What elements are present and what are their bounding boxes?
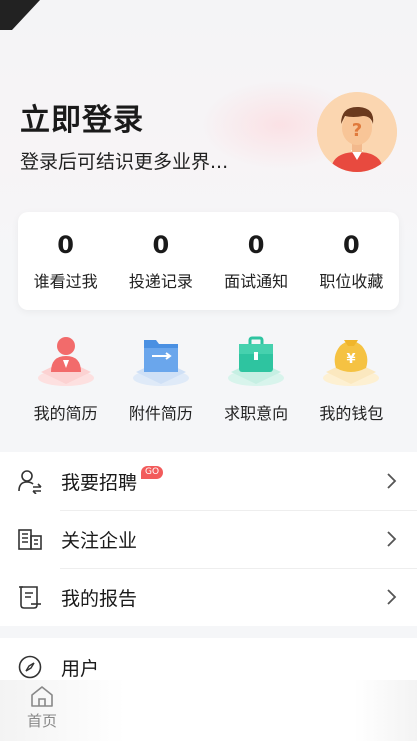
svg-text:?: ? — [352, 120, 362, 141]
quick-label: 附件简历 — [128, 404, 193, 423]
quick-actions: 我的简历 附件简历 求职意向 ¥ 我的钱包 — [18, 330, 399, 440]
login-title[interactable]: 立即登录 — [20, 95, 144, 139]
menu-list: 我要招聘 GO 关注企业 我的报告 — [0, 452, 417, 626]
quick-attachment-resume[interactable]: 附件简历 — [113, 330, 208, 440]
stat-label: 面试通知 — [224, 272, 289, 291]
menu-label: 关注企业 — [61, 529, 138, 552]
svg-text:¥: ¥ — [347, 352, 356, 367]
stat-value: 0 — [247, 231, 265, 259]
report-icon — [19, 586, 41, 609]
stat-value: 0 — [343, 231, 360, 259]
stat-favorites[interactable]: 0 职位收藏 — [304, 212, 399, 310]
quick-my-wallet[interactable]: ¥ 我的钱包 — [304, 330, 399, 440]
quick-label: 求职意向 — [224, 404, 289, 423]
stat-value: 0 — [152, 231, 170, 259]
menu-label: 用户 — [61, 657, 100, 680]
go-badge: GO — [141, 465, 164, 479]
menu-label: 我要招聘 — [61, 471, 138, 494]
stat-applications[interactable]: 0 投递记录 — [113, 212, 208, 310]
stat-label: 投递记录 — [128, 272, 193, 291]
quick-label: 我的简历 — [33, 404, 98, 423]
menu-item-my-report[interactable]: 我的报告 — [0, 568, 417, 626]
company-icon — [18, 529, 42, 550]
chevron-right-icon — [387, 473, 397, 489]
quick-label: 我的钱包 — [319, 404, 384, 423]
chevron-right-icon — [387, 589, 397, 605]
home-icon — [31, 686, 53, 707]
wallet-icon: ¥ — [323, 340, 380, 386]
stat-value: 0 — [57, 231, 74, 259]
quick-my-resume[interactable]: 我的简历 — [18, 330, 113, 440]
menu-label: 我的报告 — [61, 587, 138, 610]
stat-viewers[interactable]: 0 谁看过我 — [18, 212, 113, 310]
briefcase-icon — [228, 336, 285, 386]
resume-icon — [37, 337, 94, 386]
tab-home[interactable]: 首页 — [20, 684, 64, 731]
avatar[interactable]: ? — [317, 92, 397, 172]
stat-label: 谁看过我 — [33, 272, 98, 291]
menu-item-recruit[interactable]: 我要招聘 GO — [0, 452, 417, 510]
menu-item-follow-company[interactable]: 关注企业 — [0, 510, 417, 568]
recruit-icon — [18, 470, 42, 494]
quick-job-intention[interactable]: 求职意向 — [209, 330, 304, 440]
tab-home-label: 首页 — [26, 712, 57, 730]
folder-icon — [132, 340, 189, 386]
stat-interviews[interactable]: 0 面试通知 — [209, 212, 304, 310]
stat-label: 职位收藏 — [319, 272, 384, 291]
chevron-right-icon — [387, 531, 397, 547]
stats-card: 0 谁看过我 0 投递记录 0 面试通知 0 职位收藏 — [18, 212, 399, 310]
compass-icon — [18, 655, 42, 679]
avatar-icon: ? — [317, 92, 397, 172]
login-subtitle[interactable]: 登录后可结识更多业界... — [20, 147, 228, 174]
tab-bar: 首页 — [0, 680, 417, 741]
